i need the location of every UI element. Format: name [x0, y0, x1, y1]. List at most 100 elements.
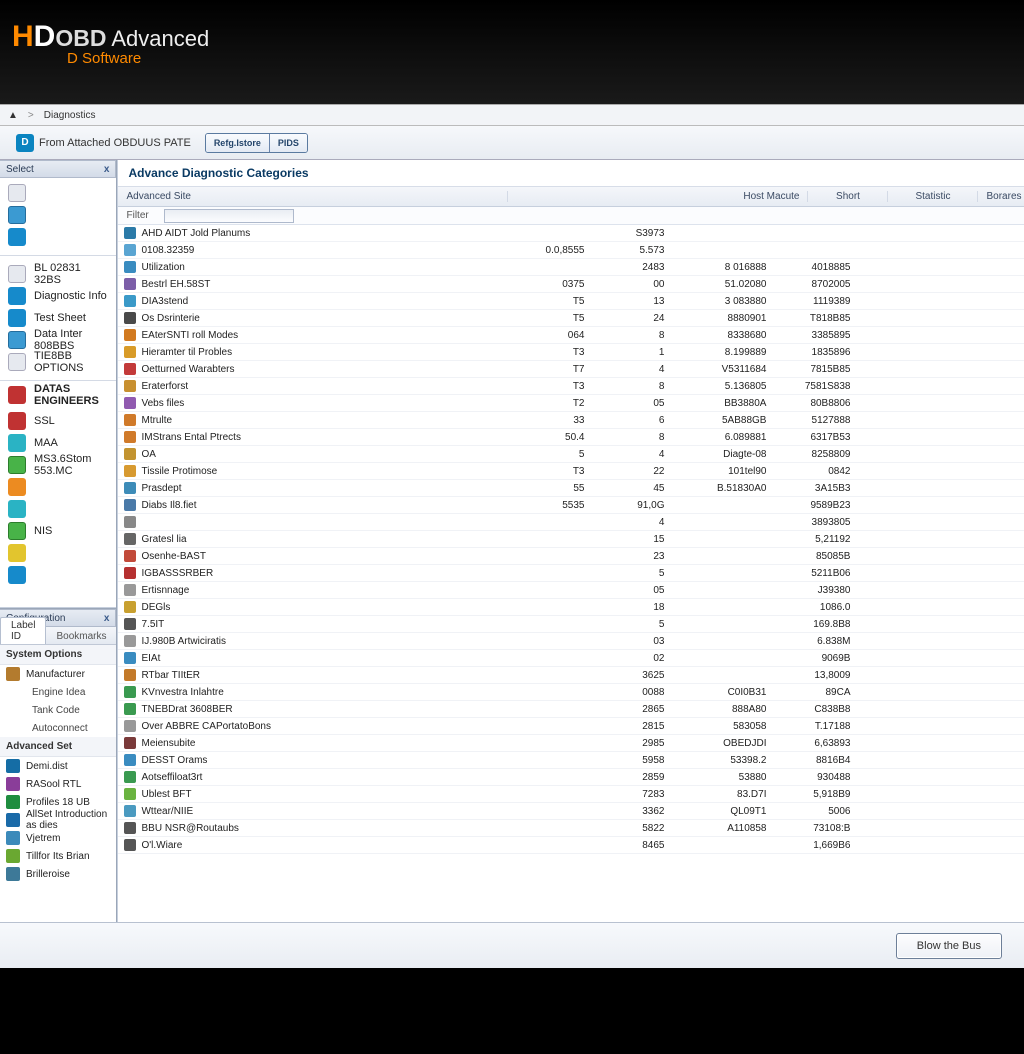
sidebar-item[interactable]: [0, 204, 116, 226]
table-row[interactable]: EIAt029069B: [118, 650, 1024, 667]
sidebar-item[interactable]: [0, 182, 116, 204]
sidebar-item[interactable]: Diagnostic Info: [0, 285, 116, 307]
table-row[interactable]: TNEBDrat 3608BER2865888A80C838B8: [118, 701, 1024, 718]
workspace: Select x BL 02831 32BSDiagnostic InfoTes…: [0, 160, 1024, 922]
config-item[interactable]: Tank Code: [0, 701, 116, 719]
table-row[interactable]: Ertisnnage05J39380: [118, 582, 1024, 599]
row-host: T3: [508, 347, 598, 358]
sidebar-item[interactable]: MAA: [0, 432, 116, 454]
breadcrumb-item[interactable]: Diagnostics: [44, 110, 96, 121]
table-row[interactable]: Over ABBRE CAPortatoBons2815583058T.1718…: [118, 718, 1024, 735]
table-row[interactable]: Gratesl lia155,21192: [118, 531, 1024, 548]
sidebar-item[interactable]: [0, 542, 116, 564]
table-row[interactable]: 0108.323590.0,85555.573: [118, 242, 1024, 259]
sidebar-item[interactable]: MS3.6Stom 553.MC: [0, 454, 116, 476]
row-host: 50.4: [508, 432, 598, 443]
table-row[interactable]: 43893805: [118, 514, 1024, 531]
config-item[interactable]: RASool RTL: [0, 775, 116, 793]
sidebar-item[interactable]: [0, 564, 116, 586]
table-row[interactable]: IMStrans Ental Ptrects50.486.0898816317B…: [118, 429, 1024, 446]
config-item[interactable]: Engine Idea: [0, 683, 116, 701]
table-row[interactable]: IGBASSSRBER55211B06: [118, 565, 1024, 582]
sidebar-item[interactable]: TIE8BB OPTIONS: [0, 351, 116, 373]
table-row[interactable]: IJ.980B Artwiciratis036.838M: [118, 633, 1024, 650]
data-rows[interactable]: AHD AIDT Jold PlanumsS39730108.323590.0,…: [118, 225, 1024, 922]
category-icon: [8, 287, 26, 305]
table-row[interactable]: RTbar TIItER362513,8009: [118, 667, 1024, 684]
config-item-label: Tillfor Its Brian: [26, 851, 90, 862]
sidebar-item[interactable]: SSL: [0, 410, 116, 432]
tab-bookmarks[interactable]: Bookmarks: [46, 629, 116, 644]
table-row[interactable]: Utilization24838 0168884018885: [118, 259, 1024, 276]
row-stat: BB3880A: [678, 398, 778, 409]
sidebar-item[interactable]: BL 02831 32BS: [0, 263, 116, 285]
toolbar-source[interactable]: D From Attached OBDUUS PATE: [10, 131, 197, 155]
table-row[interactable]: OA54Diagte-088258809: [118, 446, 1024, 463]
row-name: Bestrl EH.58ST: [141, 279, 210, 290]
table-row[interactable]: KVnvestra Inlahtre0088C0I0B3189CA: [118, 684, 1024, 701]
row-borares: 6,63893: [778, 738, 858, 749]
category-icon: [8, 412, 26, 430]
row-icon: [124, 567, 136, 579]
row-short: 91,0G: [598, 500, 678, 511]
table-row[interactable]: Diabs Il8.fiet553591,0G9589B23: [118, 497, 1024, 514]
close-icon[interactable]: x: [104, 164, 110, 175]
table-row[interactable]: Mtrulte3365AB88GB5127888: [118, 412, 1024, 429]
table-row[interactable]: DIA3stendT5133 0838801119389: [118, 293, 1024, 310]
table-row[interactable]: Oetturned WarabtersT74V53116847815B85: [118, 361, 1024, 378]
table-row[interactable]: Aotseffiloat3rt285953880930488: [118, 769, 1024, 786]
sidebar-item[interactable]: Test Sheet: [0, 307, 116, 329]
config-item[interactable]: Manufacturer: [0, 665, 116, 683]
table-row[interactable]: EAterSNTI roll Modes064883386803385895: [118, 327, 1024, 344]
table-row[interactable]: AHD AIDT Jold PlanumsS3973: [118, 225, 1024, 242]
table-row[interactable]: DESST Orams595853398.28816B4: [118, 752, 1024, 769]
table-row[interactable]: Hieramter til ProblesT318.1998891835896: [118, 344, 1024, 361]
row-icon: [124, 584, 136, 596]
table-row[interactable]: EraterforstT385.1368057581S838: [118, 378, 1024, 395]
table-row[interactable]: Meiensubite2985OBEDJDI6,63893: [118, 735, 1024, 752]
config-item[interactable]: Vjetrem: [0, 829, 116, 847]
row-host: T5: [508, 296, 598, 307]
config-item[interactable]: Tillfor Its Brian: [0, 847, 116, 865]
row-name: Eraterforst: [141, 381, 188, 392]
config-item[interactable]: Brilleroise: [0, 865, 116, 883]
close-icon[interactable]: x: [104, 613, 110, 624]
row-short: 0088: [598, 687, 678, 698]
config-item[interactable]: Autoconnect: [0, 719, 116, 737]
table-row[interactable]: Wttear/NIIE3362QL09T15006: [118, 803, 1024, 820]
col-statistic[interactable]: Statistic: [888, 191, 978, 202]
col-borares[interactable]: Borares: [978, 191, 1024, 202]
table-row[interactable]: Osenhe-BAST2385085B: [118, 548, 1024, 565]
refresh-button[interactable]: Refg.Istore: [206, 134, 270, 152]
pids-button[interactable]: PIDS: [270, 134, 307, 152]
sidebar-item[interactable]: [0, 476, 116, 498]
col-short[interactable]: Short: [808, 191, 888, 202]
breadcrumb-bar: ▲ > Diagnostics: [0, 104, 1024, 126]
table-row[interactable]: DEGls181086.0: [118, 599, 1024, 616]
config-item-label: Vjetrem: [26, 833, 60, 844]
filter-input[interactable]: [164, 209, 294, 223]
row-name: Meiensubite: [141, 738, 195, 749]
config-item[interactable]: Demi.dist: [0, 757, 116, 775]
config-item[interactable]: AllSet Introduction as dies: [0, 811, 116, 829]
sidebar-item[interactable]: [0, 498, 116, 520]
table-row[interactable]: Bestrl EH.58ST03750051.020808702005: [118, 276, 1024, 293]
table-row[interactable]: Ublest BFT728383.D7I5,918B9: [118, 786, 1024, 803]
table-row[interactable]: Tissile ProtimoseT322101tel900842: [118, 463, 1024, 480]
sidebar-item[interactable]: [0, 226, 116, 248]
table-row[interactable]: Prasdept5545B.51830A03A15B3: [118, 480, 1024, 497]
sidebar-item[interactable]: NIS: [0, 520, 116, 542]
row-stat: 53398.2: [678, 755, 778, 766]
row-icon: [124, 329, 136, 341]
engineers-header[interactable]: DATAS ENGINEERS: [0, 384, 116, 406]
table-row[interactable]: Vebs filesT205BB3880A80B8806: [118, 395, 1024, 412]
action-button[interactable]: Blow the Bus: [896, 933, 1002, 959]
table-row[interactable]: BBU NSR@Routaubs5822A11085873108:B: [118, 820, 1024, 837]
table-row[interactable]: 7.5IT5169.8B8: [118, 616, 1024, 633]
col-host[interactable]: Host Macute: [508, 191, 808, 202]
col-name[interactable]: Advanced Site: [118, 191, 508, 202]
table-row[interactable]: O'l.Wiare84651,669B6: [118, 837, 1024, 854]
sidebar-item[interactable]: Data Inter 808BBS: [0, 329, 116, 351]
table-row[interactable]: Os DsrinterieT5248880901T818B85: [118, 310, 1024, 327]
tab-label-id[interactable]: Label ID: [0, 617, 46, 644]
